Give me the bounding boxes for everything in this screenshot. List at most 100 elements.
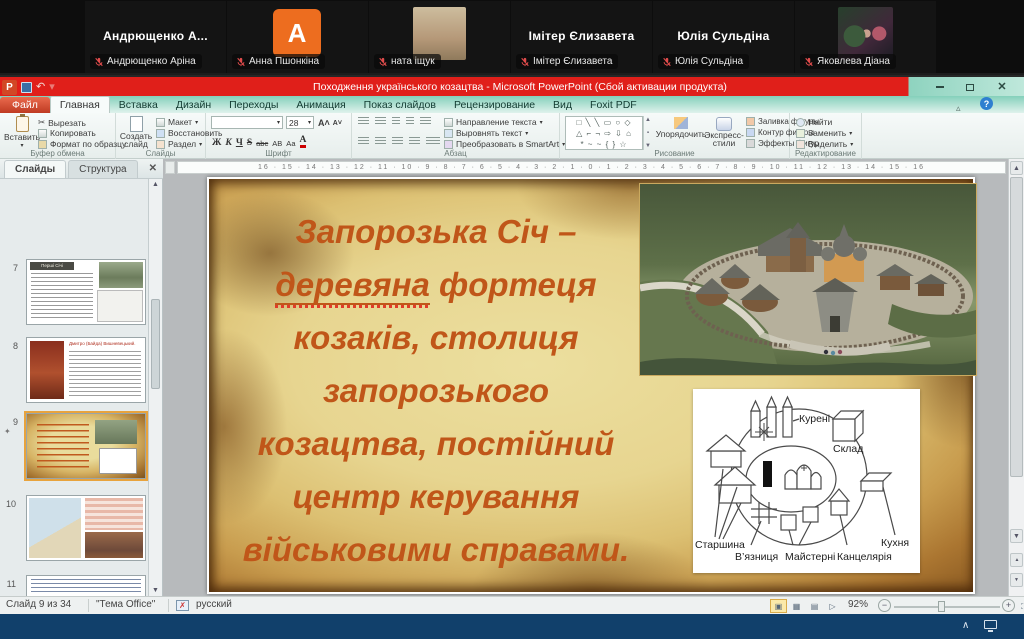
fortress-photo[interactable] [639, 183, 977, 376]
participant-tile[interactable]: ната іщук [369, 1, 510, 73]
select-button[interactable]: Выделить▾ [796, 139, 853, 149]
align-center-icon[interactable] [375, 137, 386, 146]
grow-shrink-font-buttons[interactable]: A˄A˅ [318, 118, 342, 128]
tab-design[interactable]: Дизайн [167, 97, 220, 113]
indent-decrease-icon[interactable] [392, 117, 400, 126]
panel-scroll-thumb[interactable] [151, 299, 160, 389]
shadow-button[interactable]: abc [256, 139, 268, 148]
font-color-button[interactable]: А [300, 135, 307, 148]
zoom-in-button[interactable]: + [1002, 599, 1015, 612]
convert-smartart-button[interactable]: Преобразовать в SmartArt▾ [444, 139, 565, 149]
animation-star-icon[interactable]: ✦ [4, 427, 11, 436]
panel-tab-slides[interactable]: Слайды [4, 160, 66, 178]
normal-view-button[interactable]: ▣ [770, 599, 787, 613]
qat-dropdown-icon[interactable]: ▾ [49, 82, 55, 93]
participant-tile[interactable]: Юлія Сульдіна Юлія Сульдіна [653, 1, 794, 73]
zoom-slider-track[interactable] [894, 606, 1000, 608]
previous-slide-button[interactable]: ▲ [1010, 553, 1023, 567]
section-button[interactable]: Раздел▾ [156, 139, 202, 149]
align-text-button[interactable]: Выровнять текст▾ [444, 128, 528, 138]
participant-tile[interactable]: Яковлева Діана [795, 1, 936, 73]
reading-view-button[interactable]: ▤ [806, 599, 823, 613]
panel-scroll-up-icon[interactable]: ▲ [149, 181, 162, 188]
maximize-button[interactable] [958, 80, 982, 94]
tab-slideshow[interactable]: Показ слайдов [355, 97, 445, 113]
help-button[interactable]: ? [980, 97, 993, 110]
scroll-up-button[interactable]: ▲ [1010, 161, 1023, 175]
copy-button[interactable]: Копировать [38, 128, 96, 138]
spell-check-icon[interactable]: ✗ [176, 600, 189, 611]
align-right-icon[interactable] [392, 137, 403, 146]
scroll-thumb[interactable] [1010, 177, 1023, 477]
vertical-scrollbar[interactable]: ▲ ▼ ▲ ▼ [1008, 159, 1024, 596]
tab-transitions[interactable]: Переходы [220, 97, 287, 113]
title-bar[interactable]: P ↶ ▾ Походження українського козацтва -… [0, 75, 1024, 96]
paste-button[interactable]: Вставить ▾ [4, 116, 40, 149]
zoom-out-button[interactable]: − [878, 599, 891, 612]
slide-text-block[interactable]: Запорозька Січ – деревяна фортеця козакі… [217, 205, 655, 576]
slide-thumbnail-7[interactable]: Перші Січі [26, 259, 146, 325]
justify-icon[interactable] [409, 137, 420, 146]
numbering-icon[interactable] [375, 117, 386, 126]
tray-expand-icon[interactable]: ∧ [962, 620, 969, 631]
tab-insert[interactable]: Вставка [110, 97, 167, 113]
line-spacing-icon[interactable] [420, 117, 431, 126]
tab-view[interactable]: Вид [544, 97, 581, 113]
tab-home[interactable]: Главная [50, 96, 110, 113]
paste-dropdown-icon[interactable]: ▾ [21, 142, 24, 149]
panel-scroll-down-icon[interactable]: ▼ [149, 587, 162, 594]
slideshow-view-button[interactable]: ▷ [824, 599, 841, 613]
zoom-percentage[interactable]: 92% [848, 599, 868, 610]
bold-button[interactable]: Ж [212, 138, 221, 148]
slide-thumbnail-9-selected[interactable] [26, 413, 146, 479]
participant-tile[interactable]: Андрющенко А... Андрющенко Аріна [85, 1, 226, 73]
undo-icon[interactable]: ↶ [36, 82, 45, 93]
slide-counter[interactable]: Слайд 9 из 34 [6, 599, 71, 610]
bullets-icon[interactable] [358, 117, 369, 126]
font-name-combo[interactable]: ▾ [211, 116, 283, 129]
underline-button[interactable]: Ч [236, 138, 243, 148]
new-slide-button[interactable]: Создать слайд [119, 116, 153, 148]
theme-name[interactable]: "Тема Office" [96, 599, 155, 610]
participant-tile[interactable]: Імітер Єлизавета Імітер Єлизавета [511, 1, 652, 73]
tab-foxit-pdf[interactable]: Foxit PDF [581, 97, 646, 113]
strikethrough-button[interactable]: S [247, 138, 252, 148]
find-button[interactable]: Найти [796, 117, 832, 127]
columns-icon[interactable] [426, 137, 440, 146]
network-display-icon[interactable] [984, 620, 997, 629]
char-spacing-button[interactable]: АВ [272, 139, 282, 148]
save-icon[interactable] [21, 82, 32, 93]
fit-to-window-button[interactable]: ⛶ [1017, 599, 1024, 613]
slide-sorter-view-button[interactable]: ▦ [788, 599, 805, 613]
change-case-button[interactable]: Аа [286, 139, 295, 148]
tab-review[interactable]: Рецензирование [445, 97, 544, 113]
arrange-button[interactable]: Упорядочить [658, 117, 704, 139]
slide-thumbnail-10[interactable] [26, 495, 146, 561]
close-button[interactable]: ✕ [990, 80, 1014, 94]
text-direction-button[interactable]: Направление текста▾ [444, 117, 543, 127]
shapes-gallery[interactable]: □ ╲ ╲ ▭ ○ ◇ △ ⌐ ¬ ⇨ ⇩ ⌂ * ~ ~ { } ☆ ▲▪▼ [565, 116, 652, 150]
tab-animations[interactable]: Анимация [287, 97, 354, 113]
panel-close-icon[interactable]: ✕ [149, 163, 157, 174]
italic-button[interactable]: К [225, 138, 231, 148]
format-painter-button[interactable]: Формат по образцу [38, 139, 126, 149]
replace-button[interactable]: Заменить▾ [796, 128, 852, 138]
slide-thumbnail-8[interactable]: Дмитро (Байда) Вишневецький. [26, 337, 146, 403]
panel-tab-outline[interactable]: Структура [68, 160, 137, 178]
zoom-slider-thumb[interactable] [938, 601, 945, 612]
next-slide-button[interactable]: ▼ [1010, 573, 1023, 587]
minimize-button[interactable] [928, 80, 952, 94]
cut-button[interactable]: ✂Вырезать [38, 117, 86, 128]
sich-plan-diagram[interactable]: Курені Склад Старшина В’язниця Майстерні… [693, 389, 920, 573]
language-indicator[interactable]: русский [196, 599, 232, 610]
tab-file[interactable]: Файл [0, 97, 50, 113]
align-left-icon[interactable] [358, 137, 369, 146]
shapes-grid[interactable]: □ ╲ ╲ ▭ ○ ◇ △ ⌐ ¬ ⇨ ⇩ ⌂ * ~ ~ { } ☆ [565, 116, 643, 150]
indent-increase-icon[interactable] [406, 117, 414, 126]
shapes-gallery-scroll[interactable]: ▲▪▼ [643, 116, 652, 150]
powerpoint-app-icon[interactable]: P [2, 80, 17, 95]
participant-tile[interactable]: A Анна Пшонкіна [227, 1, 368, 73]
layout-button[interactable]: Макет▾ [156, 117, 198, 127]
quick-styles-button[interactable]: Экспресс-стили [704, 117, 744, 147]
font-size-combo[interactable]: 28▾ [286, 116, 314, 129]
